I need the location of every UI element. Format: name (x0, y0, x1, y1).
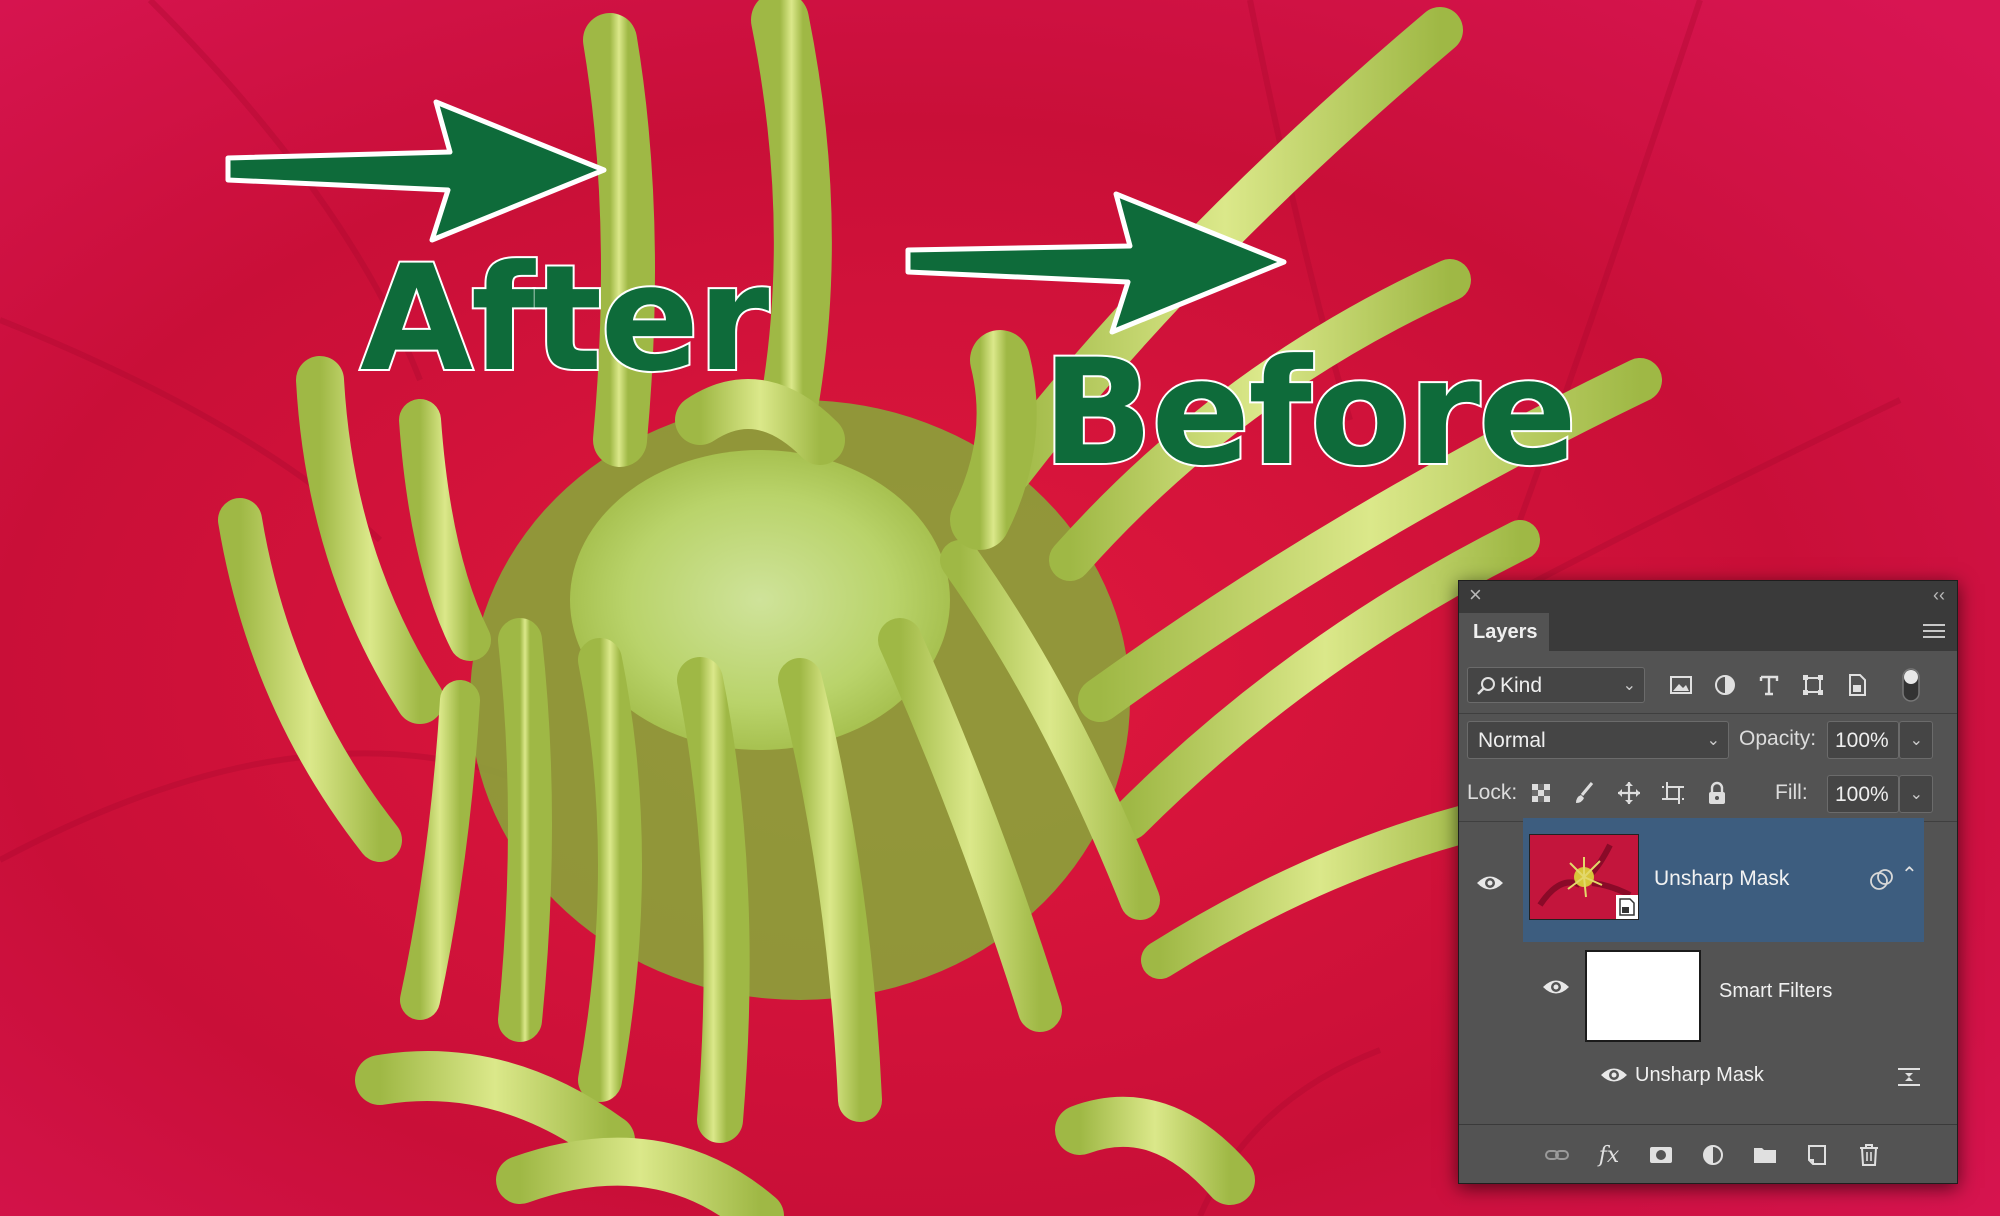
opacity-dropdown-button[interactable]: ⌄ (1899, 721, 1933, 759)
kind-label: Kind (1500, 674, 1543, 697)
opacity-input[interactable]: 100% (1827, 721, 1899, 759)
filter-row: Kind ⌄ (1459, 659, 1957, 711)
smart-filters-label: Smart Filters (1719, 980, 1833, 1002)
lock-artboard-icon[interactable] (1657, 777, 1689, 809)
visibility-eye-icon[interactable] (1599, 1064, 1629, 1086)
type-filter-icon[interactable] (1753, 669, 1785, 701)
close-icon[interactable]: × (1469, 584, 1489, 606)
tab-layers[interactable]: Layers (1459, 613, 1549, 651)
filter-mask-thumbnail[interactable] (1585, 950, 1701, 1042)
folder-icon[interactable] (1749, 1139, 1781, 1171)
adjustment-filter-icon[interactable] (1709, 669, 1741, 701)
collapse-effects-icon[interactable]: ⌃ (1901, 862, 1918, 887)
trash-icon[interactable] (1853, 1139, 1885, 1171)
lock-row: Lock: Fill: 100% ⌄ (1459, 767, 1957, 819)
panel-menu-icon[interactable] (1923, 623, 1945, 639)
lock-transparent-pixels-icon[interactable] (1525, 777, 1557, 809)
collapse-icon[interactable]: ‹‹ (1933, 585, 1945, 605)
filter-item-unsharp-mask[interactable]: Unsharp Mask (1523, 1054, 1924, 1100)
mask-icon[interactable] (1645, 1139, 1677, 1171)
smart-filters-row[interactable]: Smart Filters (1523, 942, 1924, 1054)
fx-icon[interactable]: fx (1593, 1139, 1625, 1171)
kind-filter-select[interactable]: Kind ⌄ (1467, 667, 1645, 703)
chevron-down-icon: ⌄ (1909, 732, 1923, 749)
smart-filter-indicator-icon[interactable] (1869, 868, 1895, 892)
layers-panel: × ‹‹ Layers Kind ⌄ Normal ⌄ Opacity: 100… (1458, 580, 1958, 1184)
opacity-label: Opacity: (1739, 727, 1817, 750)
image-filter-icon[interactable] (1665, 669, 1697, 701)
filter-toggle-icon[interactable] (1899, 665, 1923, 705)
adjustment-icon[interactable] (1697, 1139, 1729, 1171)
layer-row-unsharp-mask[interactable]: Unsharp Mask ⌃ (1523, 818, 1924, 942)
new-layer-icon[interactable] (1801, 1139, 1833, 1171)
fill-label: Fill: (1775, 781, 1808, 804)
panel-footer: fx (1459, 1124, 1957, 1183)
visibility-eye-icon[interactable] (1541, 976, 1571, 998)
search-icon (1477, 677, 1495, 695)
chevron-down-icon: ⌄ (1622, 677, 1636, 694)
visibility-eye-icon[interactable] (1475, 872, 1505, 894)
lock-image-pixels-icon[interactable] (1569, 777, 1601, 809)
blend-row: Normal ⌄ Opacity: 100% ⌄ (1459, 713, 1957, 765)
blend-mode-value: Normal (1478, 729, 1546, 752)
blend-mode-select[interactable]: Normal ⌄ (1467, 721, 1729, 759)
layer-thumbnail (1529, 834, 1639, 920)
filter-item-name: Unsharp Mask (1635, 1064, 1764, 1086)
chevron-down-icon: ⌄ (1706, 732, 1720, 749)
before-label: Before (1040, 328, 1579, 498)
lock-all-icon[interactable] (1701, 777, 1733, 809)
filter-blending-options-icon[interactable] (1897, 1066, 1921, 1088)
fill-dropdown-button[interactable]: ⌄ (1899, 775, 1933, 813)
link-icon[interactable] (1541, 1139, 1573, 1171)
shape-filter-icon[interactable] (1797, 669, 1829, 701)
lock-position-icon[interactable] (1613, 777, 1645, 809)
fill-value: 100% (1835, 783, 1889, 806)
lock-label: Lock: (1467, 781, 1518, 804)
panel-titlebar: × ‹‹ (1459, 581, 1957, 613)
after-label: After (358, 234, 771, 404)
opacity-value: 100% (1835, 729, 1889, 752)
fill-input[interactable]: 100% (1827, 775, 1899, 813)
panel-tab-row: Layers (1459, 613, 1957, 651)
smart-object-filter-icon[interactable] (1841, 669, 1873, 701)
layer-name: Unsharp Mask (1654, 867, 1790, 890)
chevron-down-icon: ⌄ (1909, 786, 1923, 803)
